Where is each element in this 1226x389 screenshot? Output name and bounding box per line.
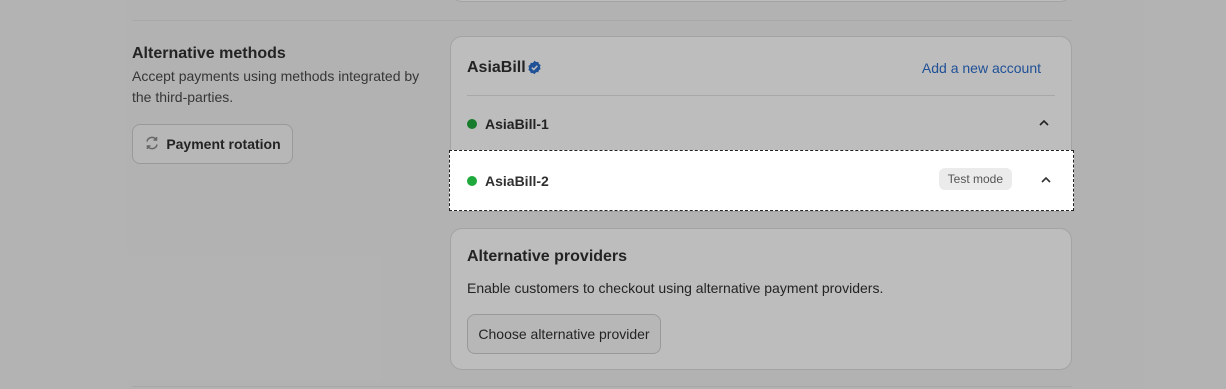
status-dot — [467, 176, 477, 186]
test-mode-badge: Test mode — [938, 168, 1012, 190]
highlighted-account-row[interactable]: AsiaBill-2 Test mode — [449, 150, 1074, 211]
account-row-asiabill-2[interactable]: AsiaBill-2 Test mode — [467, 167, 1051, 197]
account-name: AsiaBill-2 — [485, 173, 549, 189]
chevron-up-icon[interactable] — [1039, 173, 1053, 187]
